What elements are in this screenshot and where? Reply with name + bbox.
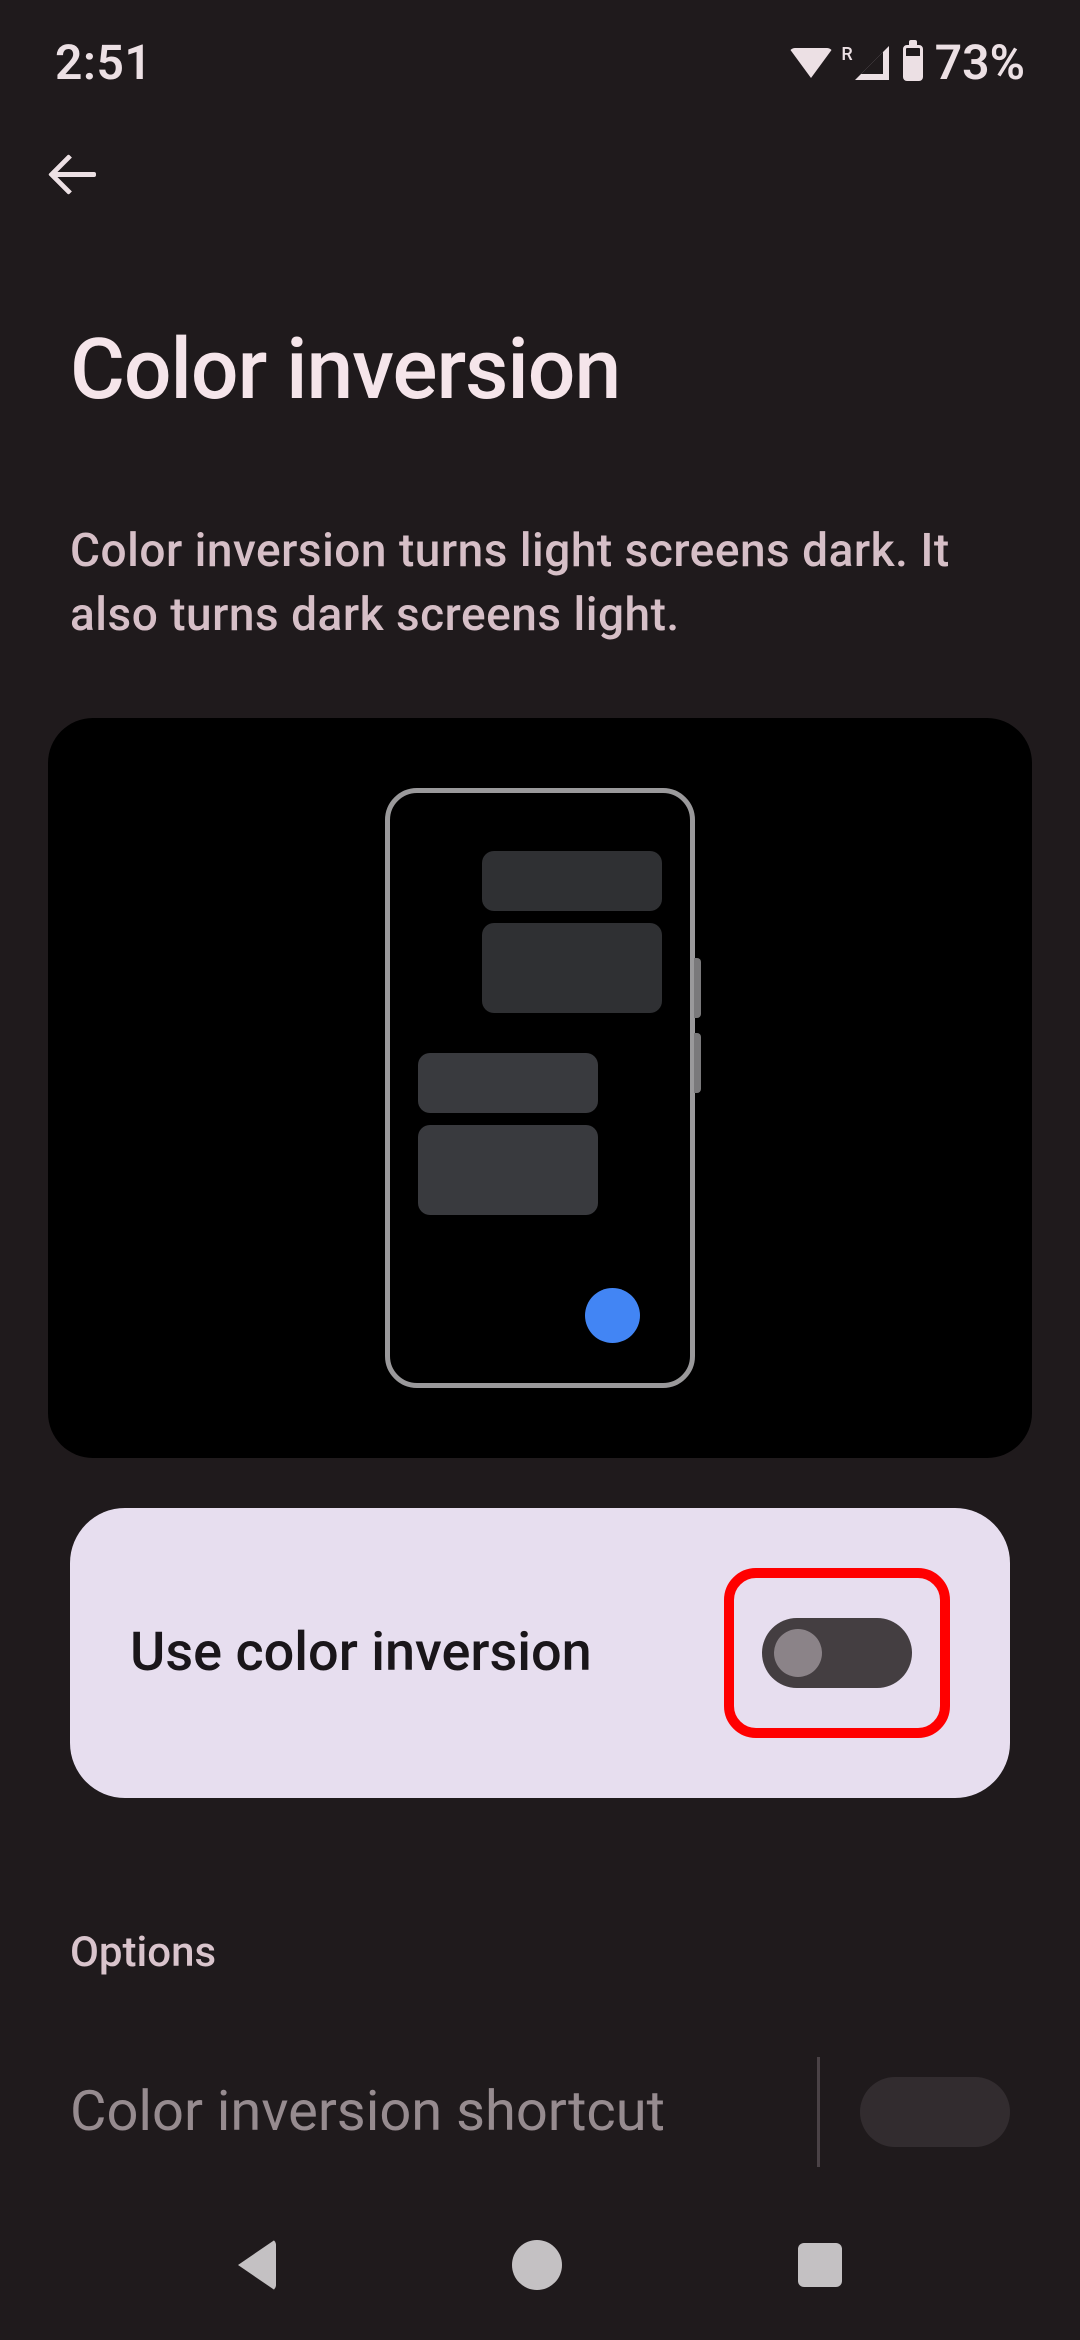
status-right-group: R 73%	[789, 34, 1025, 91]
phone-mockup	[385, 788, 695, 1388]
phone-side-button-icon	[694, 1033, 701, 1093]
nav-recent-button[interactable]	[798, 2243, 842, 2287]
color-inversion-shortcut-label: Color inversion shortcut	[70, 2074, 665, 2150]
phone-side-button-icon	[694, 958, 701, 1018]
battery-percentage: 73%	[935, 34, 1025, 91]
fab-dot-icon	[585, 1288, 640, 1343]
preview-illustration	[48, 718, 1032, 1458]
highlight-box	[724, 1568, 950, 1738]
options-section-header: Options	[0, 1798, 1080, 2017]
use-color-inversion-row[interactable]: Use color inversion	[70, 1508, 1010, 1798]
wifi-icon	[789, 48, 833, 78]
battery-icon	[903, 45, 923, 81]
message-block-icon	[418, 1053, 598, 1113]
nav-home-button[interactable]	[512, 2240, 562, 2290]
message-block-icon	[482, 923, 662, 1013]
option-right-group	[817, 2057, 1010, 2167]
use-color-inversion-toggle[interactable]	[762, 1618, 912, 1688]
back-button[interactable]	[0, 110, 1080, 220]
status-bar: 2:51 R 73%	[0, 0, 1080, 110]
color-inversion-shortcut-row[interactable]: Color inversion shortcut	[0, 2017, 1080, 2187]
network-type-label: R	[841, 44, 852, 65]
back-arrow-icon	[50, 150, 100, 200]
signal-group: R	[841, 46, 888, 80]
page-title: Color inversion	[0, 220, 1080, 459]
use-color-inversion-label: Use color inversion	[130, 1618, 592, 1688]
signal-icon	[855, 46, 889, 80]
message-block-icon	[482, 851, 662, 911]
toggle-thumb-icon	[774, 1629, 822, 1677]
message-block-icon	[418, 1125, 598, 1215]
nav-back-button[interactable]	[238, 2239, 276, 2291]
page-description: Color inversion turns light screens dark…	[0, 459, 1080, 688]
status-time: 2:51	[55, 34, 152, 91]
divider-icon	[817, 2057, 820, 2167]
color-inversion-shortcut-toggle[interactable]	[860, 2077, 1010, 2147]
navigation-bar	[0, 2190, 1080, 2340]
